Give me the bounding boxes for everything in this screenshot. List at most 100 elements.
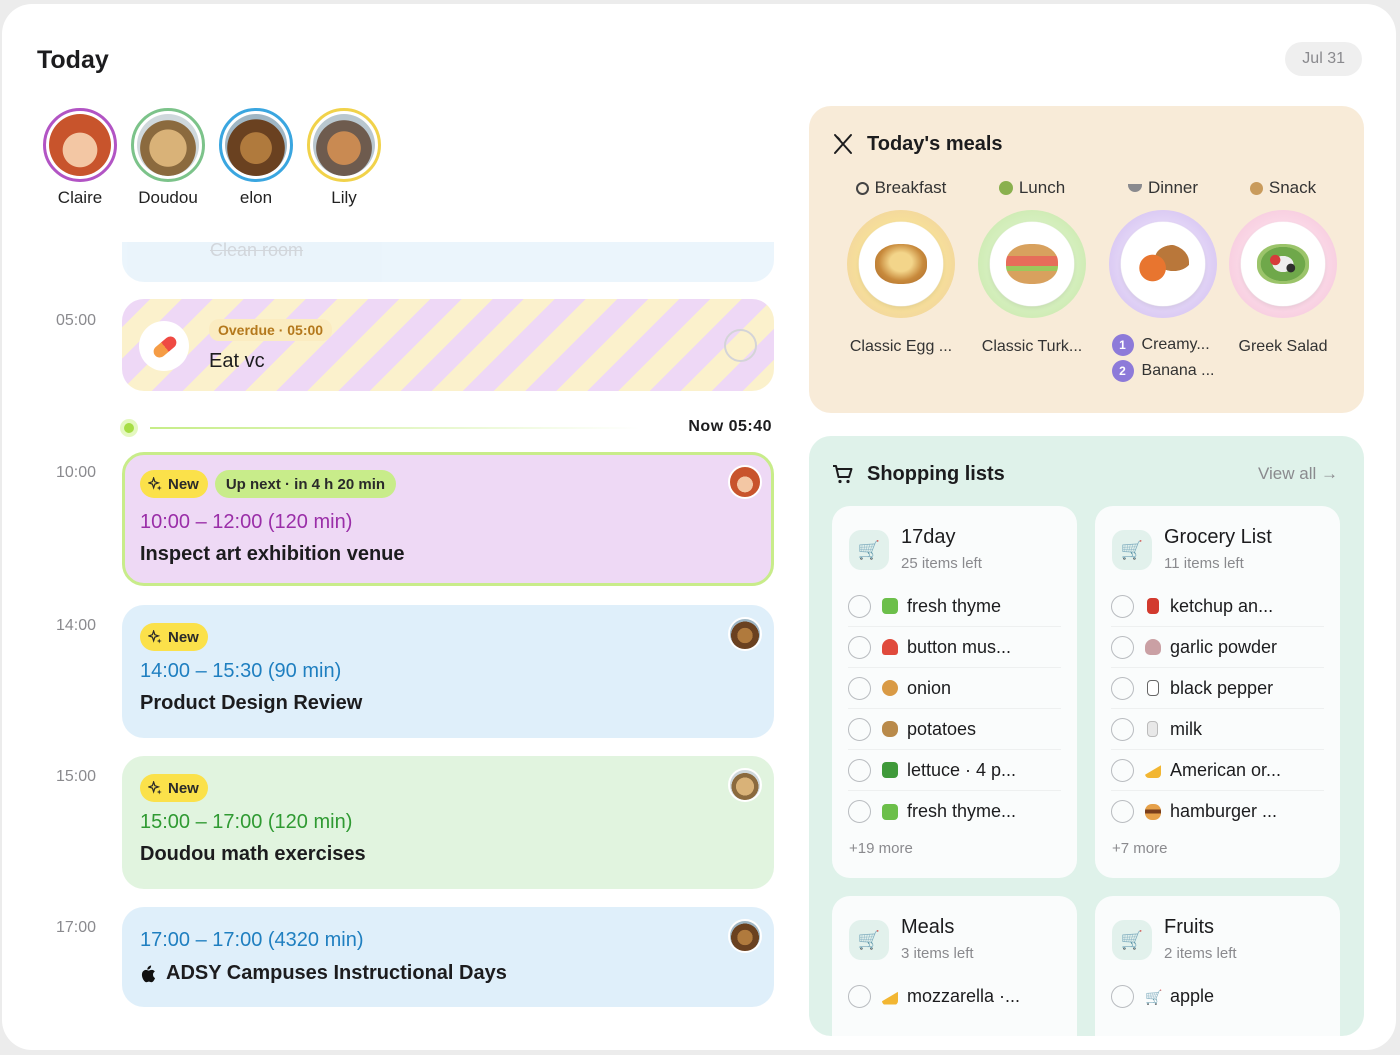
new-badge: New (140, 774, 208, 802)
shopping-list-card[interactable]: 🛒 Meals 3 items left mozzarella ·... (832, 896, 1077, 1036)
avatar-image (225, 114, 287, 176)
list-title: 17day (901, 526, 956, 548)
overdue-task-card[interactable]: Overdue · 05:00 Eat vc (122, 299, 774, 391)
herb-icon (882, 803, 898, 820)
mushroom-icon (882, 639, 898, 655)
lettuce-icon (882, 762, 898, 778)
cart-icon: 🛒 (1112, 920, 1152, 960)
time-label: 17:00 (56, 919, 97, 936)
salad-icon (998, 181, 1013, 195)
list-title: Meals (901, 916, 955, 938)
event-card[interactable]: New Up next · in 4 h 20 min 10:00 – 12:0… (122, 452, 774, 586)
meal-type: Breakfast (855, 178, 946, 198)
family-members: Claire Doudou elon Lily (36, 108, 388, 208)
shopping-list-card[interactable]: 🛒 Grocery List 11 items left ketchup an.… (1095, 506, 1340, 878)
view-all-link[interactable]: View all → (1258, 464, 1338, 484)
item-checkbox[interactable] (848, 985, 871, 1008)
event-title: Product Design Review (140, 692, 363, 714)
item-checkbox[interactable] (1111, 985, 1134, 1008)
item-checkbox[interactable] (848, 717, 871, 741)
item-checkbox[interactable] (1111, 676, 1134, 700)
list-item: ketchup an... (1111, 586, 1324, 627)
event-card[interactable]: 17:00 – 17:00 (4320 min) ADSY Campuses I… (122, 907, 774, 1007)
section-title: Shopping lists (867, 462, 1005, 485)
food-image (1006, 244, 1058, 284)
cookie-icon (1249, 181, 1263, 195)
item-checkbox[interactable] (848, 758, 871, 782)
meal-dinner[interactable]: Dinner 1 Creamy... 2 Banana ... (1098, 178, 1228, 382)
garlic-icon (1145, 639, 1161, 655)
items-left: 3 items left (901, 945, 974, 962)
person-name: Claire (57, 188, 103, 207)
event-badges: New (140, 623, 208, 651)
new-badge: New (140, 623, 208, 651)
completed-task-card[interactable]: Clean room (122, 240, 774, 282)
assignee-avatar (728, 617, 762, 651)
item-checkbox[interactable] (848, 676, 871, 700)
meal-type: Dinner (1127, 178, 1198, 198)
person-claire[interactable]: Claire (36, 108, 124, 208)
pill-icon (139, 321, 189, 371)
milk-icon (1147, 721, 1158, 737)
dinner-item[interactable]: 1 Creamy... (1111, 334, 1215, 356)
list-item: potatoes (848, 709, 1061, 750)
assignee-avatar (728, 465, 762, 499)
shopping-list-card[interactable]: 🛒 17day 25 items left fresh thyme button… (832, 506, 1077, 878)
event-card[interactable]: New 15:00 – 17:00 (120 min) Doudou math … (122, 756, 774, 889)
list-item: 🛒 apple (1111, 976, 1324, 1017)
list-item: American or... (1111, 750, 1324, 791)
meal-lunch[interactable]: Lunch Classic Turk... (967, 178, 1097, 356)
jar-icon (1147, 680, 1159, 696)
dinner-item[interactable]: 2 Banana ... (1111, 360, 1214, 382)
avatar (43, 108, 117, 182)
cart-icon: 🛒 (1112, 530, 1152, 570)
time-label: 15:00 (56, 768, 97, 785)
item-checkbox[interactable] (1111, 758, 1134, 782)
page-title: Today (37, 46, 109, 74)
event-card[interactable]: New 14:00 – 15:30 (90 min) Product Desig… (122, 605, 774, 738)
herb-icon (882, 598, 898, 614)
list-item: fresh thyme (848, 586, 1061, 627)
person-lily[interactable]: Lily (300, 108, 388, 208)
item-checkbox[interactable] (848, 594, 871, 618)
item-number: 1 (1111, 334, 1134, 356)
item-number: 2 (1111, 360, 1134, 382)
event-title: Doudou math exercises (140, 843, 366, 865)
now-line (150, 427, 640, 429)
meal-snack[interactable]: Snack Greek Salad (1218, 178, 1348, 356)
item-checkbox[interactable] (1111, 594, 1134, 618)
sparkle-icon (148, 780, 162, 794)
person-name: Doudou (138, 188, 198, 207)
shopping-list-card[interactable]: 🛒 Fruits 2 items left 🛒 apple (1095, 896, 1340, 1036)
item-checkbox[interactable] (1111, 800, 1134, 823)
date-pill[interactable]: Jul 31 (1285, 42, 1362, 76)
more-items-link[interactable]: +19 more (849, 840, 913, 857)
person-doudou[interactable]: Doudou (124, 108, 212, 208)
meal-name: Greek Salad (1238, 338, 1328, 355)
meal-type: Snack (1249, 178, 1316, 198)
now-dot-icon (120, 419, 138, 437)
onion-icon (882, 680, 898, 696)
list-title: Grocery List (1164, 526, 1272, 548)
meal-type: Lunch (998, 178, 1065, 198)
list-item: button mus... (848, 627, 1061, 668)
complete-checkbox[interactable] (724, 329, 757, 362)
shopping-lists-card: Shopping lists View all → 🛒 17day 25 ite… (809, 436, 1364, 1036)
meal-plate (847, 210, 955, 318)
person-elon[interactable]: elon (212, 108, 300, 208)
item-checkbox[interactable] (1111, 717, 1134, 741)
list-item: fresh thyme... (848, 791, 1061, 832)
meals-header: Today's meals (831, 132, 1003, 156)
more-items-link[interactable]: +7 more (1112, 840, 1167, 857)
meal-breakfast[interactable]: Breakfast Classic Egg ... (836, 178, 966, 356)
list-item: black pepper (1111, 668, 1324, 709)
section-title: Today's meals (867, 132, 1003, 155)
hamburger-icon (1145, 803, 1161, 820)
up-next-badge: Up next · in 4 h 20 min (214, 470, 397, 498)
item-checkbox[interactable] (848, 800, 871, 823)
item-checkbox[interactable] (1111, 635, 1134, 659)
event-time: 14:00 – 15:30 (90 min) (140, 660, 342, 682)
todays-meals-card[interactable]: Today's meals Breakfast Classic Egg ... … (809, 106, 1364, 413)
item-checkbox[interactable] (848, 635, 871, 659)
cart-icon: 🛒 (849, 530, 889, 570)
